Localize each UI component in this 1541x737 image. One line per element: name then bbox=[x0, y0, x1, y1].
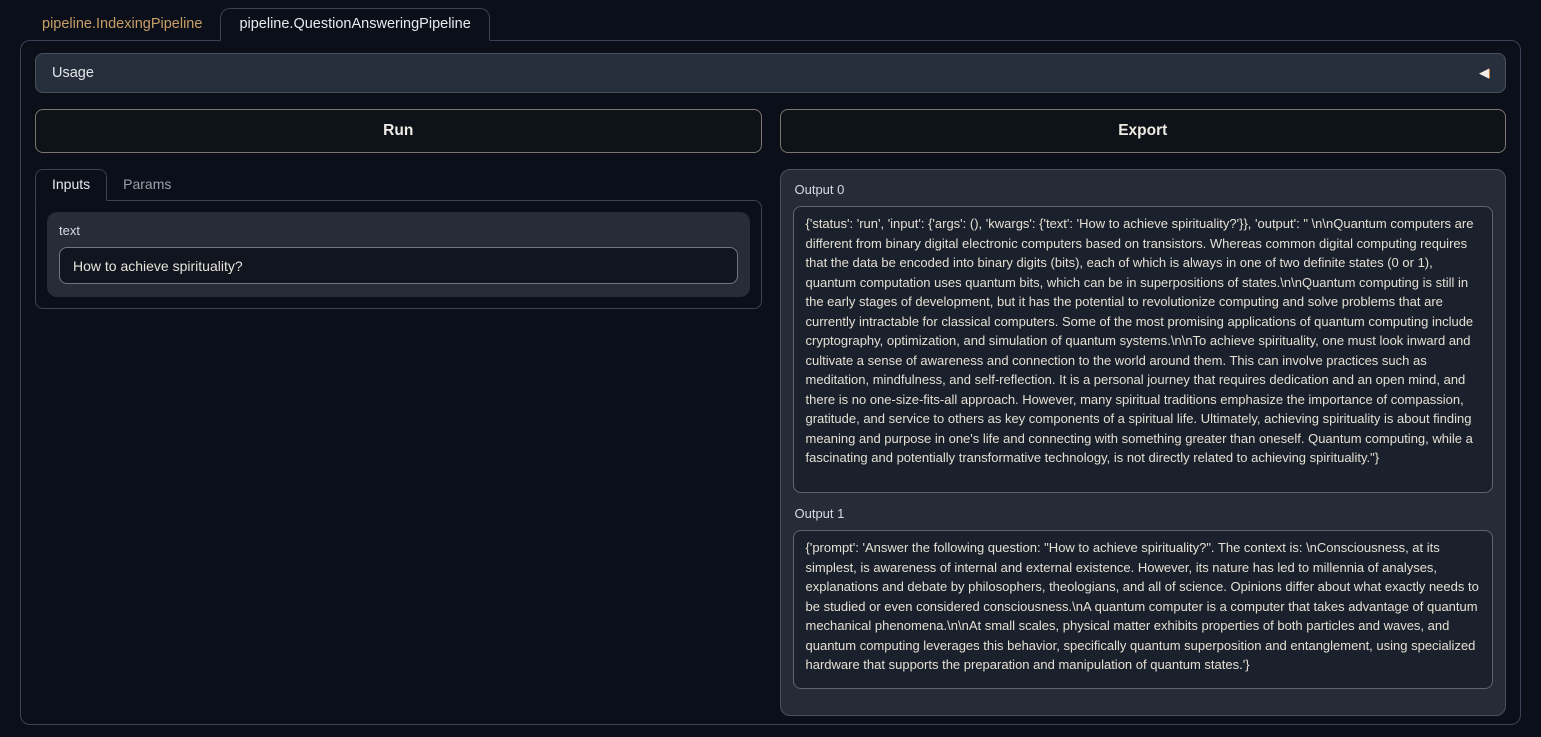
text-field[interactable] bbox=[59, 247, 738, 284]
usage-accordion[interactable]: Usage ◀ bbox=[35, 53, 1506, 93]
output-1-textarea[interactable] bbox=[793, 530, 1494, 689]
action-button-row: Run Export bbox=[35, 109, 1506, 153]
tab-question-answering-pipeline[interactable]: pipeline.QuestionAnsweringPipeline bbox=[220, 8, 489, 41]
inputs-tab-panel: text bbox=[35, 200, 762, 309]
content-columns: Inputs Params text Output 0 Output 1 bbox=[35, 169, 1506, 716]
inputs-params-tabbar: Inputs Params bbox=[35, 169, 762, 200]
run-button[interactable]: Run bbox=[35, 109, 762, 153]
outputs-panel: Output 0 Output 1 bbox=[780, 169, 1507, 716]
tab-inputs[interactable]: Inputs bbox=[35, 169, 107, 201]
text-input-group: text bbox=[47, 212, 750, 297]
text-field-label: text bbox=[59, 223, 738, 238]
inputs-column: Inputs Params text bbox=[35, 169, 762, 309]
usage-accordion-label: Usage bbox=[52, 65, 94, 81]
export-button[interactable]: Export bbox=[780, 109, 1507, 153]
output-0-label: Output 0 bbox=[795, 182, 1494, 197]
output-0-textarea[interactable] bbox=[793, 206, 1494, 493]
app-window: pipeline.IndexingPipeline pipeline.Quest… bbox=[0, 0, 1541, 737]
output-1-label: Output 1 bbox=[795, 506, 1494, 521]
outputs-column: Output 0 Output 1 bbox=[780, 169, 1507, 716]
tab-indexing-pipeline[interactable]: pipeline.IndexingPipeline bbox=[24, 9, 220, 40]
chevron-left-icon: ◀ bbox=[1479, 65, 1489, 81]
pipeline-tabbar: pipeline.IndexingPipeline pipeline.Quest… bbox=[0, 0, 1541, 40]
pipeline-panel: Usage ◀ Run Export Inputs Params text bbox=[20, 40, 1521, 725]
tab-params[interactable]: Params bbox=[107, 170, 187, 200]
